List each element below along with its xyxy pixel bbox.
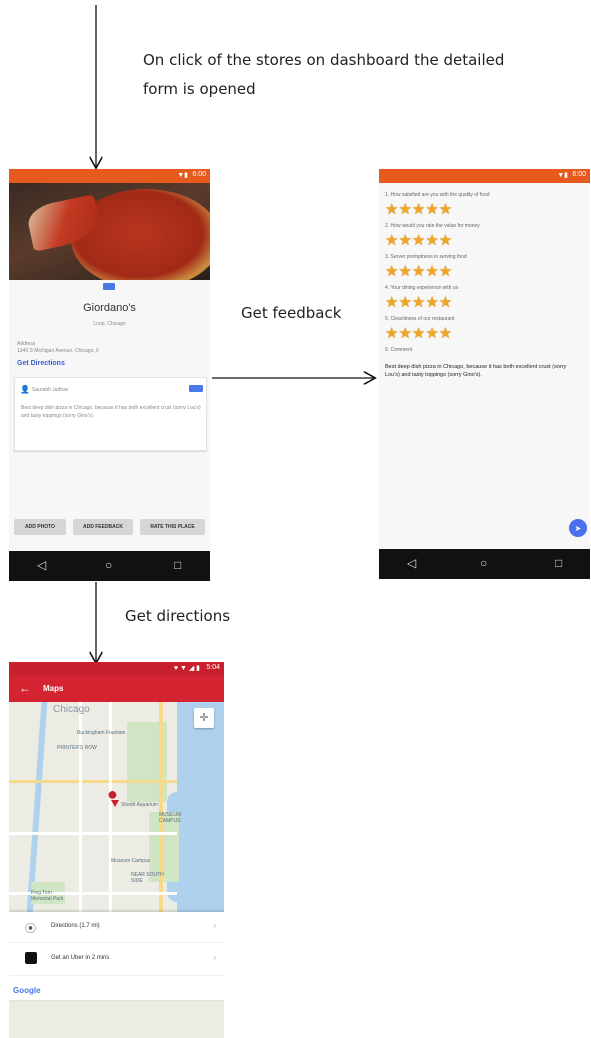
comment-label: 6. Comment [385, 347, 413, 353]
directions-row[interactable]: ⦿ Directions (1.7 mi) › [9, 912, 224, 943]
feedback-screen: ▼▮ 6:00 1. How satisfied are you with th… [379, 169, 590, 579]
chevron-right-icon: › [213, 953, 216, 962]
store-location: Loop, Chicago [93, 321, 126, 327]
caption-feedback: Get feedback [241, 304, 342, 322]
caption-directions: Get directions [125, 607, 231, 625]
add-photo-button[interactable]: ADD PHOTO [14, 519, 66, 535]
status-icons: ▼▮ [557, 172, 568, 179]
label-near-south: NEAR SOUTH SIDE [131, 872, 164, 884]
label-shedd: Shedd Aquarium [121, 802, 158, 808]
chevron-right-icon: › [213, 921, 216, 930]
review-badge [189, 385, 203, 392]
back-icon[interactable]: ◁ [407, 556, 416, 570]
question-3: 3. Server promptness in serving food [385, 254, 467, 260]
nav-bar: ◁ ○ □ [379, 549, 590, 579]
rating-stars-2[interactable]: ★★★★★ [385, 233, 452, 248]
store-photo [9, 183, 210, 280]
store-name: Giordano's [83, 302, 136, 314]
location-pin-tail [111, 800, 119, 807]
rating-stars-5[interactable]: ★★★★★ [385, 326, 452, 341]
app-bar: ← Maps [9, 676, 224, 702]
question-2: 2. How would you rate the value for mone… [385, 223, 480, 229]
status-time: 5:04 [206, 664, 220, 671]
google-logo: Google [13, 986, 41, 995]
rate-this-place-button[interactable]: RATE THIS PLACE [140, 519, 205, 535]
get-directions-link[interactable]: Get Directions [17, 360, 65, 367]
label-printers-row: PRINTER'S ROW [57, 745, 97, 751]
uber-row[interactable]: Get an Uber in 2 mins › [9, 945, 224, 976]
compass-button[interactable]: ✛ [194, 708, 214, 728]
photo-badge [103, 283, 115, 290]
review-text: Best deep dish pizza in Chicago, because… [21, 405, 201, 419]
label-ping-tom: Ping Tom Memorial Park [31, 890, 64, 902]
label-museum-campus: Museum Campus [111, 858, 151, 864]
maps-title: Maps [43, 684, 64, 693]
directions-icon: ⦿ [25, 923, 36, 935]
add-feedback-button[interactable]: ADD FEEDBACK [73, 519, 133, 535]
status-time: 6:00 [192, 171, 206, 178]
comment-text[interactable]: Best deep dish pizza in Chicago, because… [385, 363, 575, 379]
road-horizontal-1 [9, 780, 177, 783]
compass-icon: ✛ [199, 712, 209, 724]
status-bar: ♥ ▼ ◢ ▮ 5:04 [9, 662, 224, 676]
uber-icon [25, 952, 37, 964]
question-4: 4. Your dining experience with us [385, 285, 459, 291]
maps-screen: ♥ ▼ ◢ ▮ 5:04 ← Maps Chicago Buckingham F… [9, 662, 224, 1038]
address-label: Address [17, 341, 36, 347]
rating-stars-1[interactable]: ★★★★★ [385, 202, 452, 217]
directions-sheet: ⦿ Directions (1.7 mi) › Get an Uber in 2… [9, 912, 224, 1000]
store-detail-screen: ▼▮ 6:00 Giordano's Loop, Chicago Address… [9, 169, 210, 581]
label-chicago: Chicago [53, 704, 90, 715]
question-1: 1. How satisfied are you with the qualit… [385, 192, 490, 198]
uber-text: Get an Uber in 2 mins [51, 955, 110, 961]
submit-button[interactable]: ➤ [569, 519, 587, 537]
directions-text: Directions (1.7 mi) [51, 923, 100, 929]
send-icon: ➤ [574, 523, 582, 533]
user-icon: 👤 [20, 385, 30, 394]
back-arrow-icon[interactable]: ← [19, 681, 31, 695]
store-address: 1340 S Michigan Avenue, Chicago, Il [17, 348, 99, 354]
review-user: Saurabh Jadhav [32, 387, 69, 393]
back-icon[interactable]: ◁ [37, 558, 46, 572]
home-icon[interactable]: ○ [105, 558, 112, 572]
home-icon[interactable]: ○ [480, 556, 487, 570]
recents-icon[interactable]: □ [555, 556, 562, 570]
label-museum-campus-area: MUSEUM CAMPUS [159, 812, 182, 824]
question-5: 5. Cleanliness of our restaurant [385, 316, 455, 322]
status-bar: ▼▮ 6:00 [379, 169, 590, 183]
nav-bar: ◁ ○ □ [9, 551, 210, 581]
road-horizontal-2 [9, 832, 177, 835]
caption-dashboard: On click of the stores on dashboard the … [143, 51, 505, 98]
rating-stars-4[interactable]: ★★★★★ [385, 295, 452, 310]
recents-icon[interactable]: □ [174, 558, 181, 572]
status-icons: ♥ ▼ ◢ ▮ [173, 665, 200, 672]
status-icons: ▼▮ [177, 172, 188, 179]
review-card: 👤 Saurabh Jadhav Best deep dish pizza in… [14, 377, 207, 451]
status-bar: ▼▮ 6:00 [9, 169, 210, 183]
label-buckingham: Buckingham Fountain [77, 730, 126, 736]
rating-stars-3[interactable]: ★★★★★ [385, 264, 452, 279]
status-time: 6:00 [572, 171, 586, 178]
